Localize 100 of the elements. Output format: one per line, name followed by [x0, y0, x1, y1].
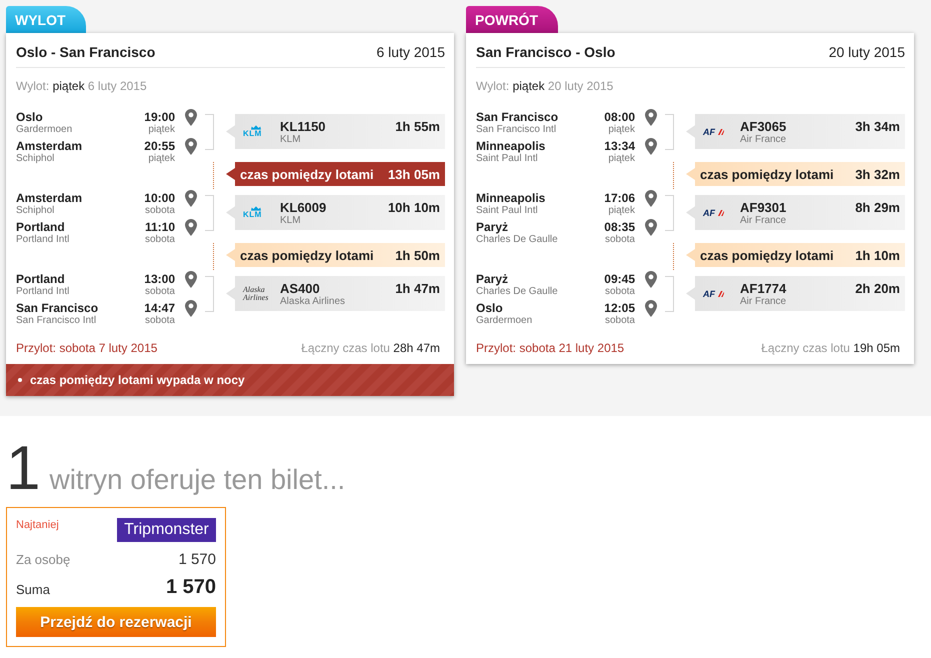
- layover-line: [673, 162, 674, 189]
- route-title: San Francisco - Oslo: [476, 44, 616, 60]
- airport-name: Portland Intl: [16, 286, 70, 298]
- layover-line: [213, 162, 214, 189]
- stop-time: 09:45: [604, 272, 635, 286]
- airline-logo-text: AF: [703, 208, 715, 218]
- leg-bracket: [205, 276, 214, 312]
- layover-duration: 1h 10m: [855, 248, 900, 262]
- map-pin-icon: [185, 219, 197, 236]
- airline-logo-text: KLM: [243, 130, 262, 138]
- city-name: Oslo: [476, 301, 503, 315]
- city-name: Minneapolis: [476, 191, 546, 205]
- map-pin-icon: [645, 271, 657, 288]
- city-name: Paryż: [476, 220, 508, 234]
- bullet-icon: [18, 378, 22, 382]
- flight-number: AS400: [280, 281, 320, 296]
- weekday-text: sobota: [144, 315, 175, 327]
- layover-label: czas pomiędzy lotami: [700, 166, 834, 182]
- airline-name: KLM: [280, 134, 301, 145]
- weekday-text: sobota: [604, 286, 635, 298]
- city-name: Amsterdam: [16, 191, 82, 205]
- flight-duration: 3h 34m: [855, 118, 900, 134]
- total-price: 1 570: [166, 576, 216, 598]
- airline-logo-text: Alaska Airlines: [243, 286, 270, 302]
- stop-time: 13:00: [144, 272, 175, 286]
- weekday-text: piątek: [608, 153, 635, 165]
- flight-duration: 8h 29m: [855, 199, 900, 215]
- city-name: San Francisco: [16, 301, 98, 315]
- city-name: Paryż: [476, 272, 508, 286]
- booking-button[interactable]: Przejdź do rezerwacji: [16, 607, 216, 637]
- cheapest-label: Najtaniej: [16, 519, 59, 531]
- airline-logo-text: AF: [703, 126, 715, 136]
- layover-label: czas pomiędzy lotami: [240, 248, 374, 262]
- stop-time: 17:06: [604, 191, 635, 205]
- city-name: Minneapolis: [476, 139, 546, 153]
- layover-line: [213, 243, 214, 270]
- layover-duration: 3h 32m: [855, 166, 900, 182]
- airline-name: Air France: [740, 215, 786, 226]
- stop-time: 12:05: [604, 301, 635, 315]
- layover-label: czas pomiędzy lotami: [240, 166, 374, 182]
- warning-text: czas pomiędzy lotami wypada w nocy: [30, 373, 245, 387]
- map-pin-icon: [645, 190, 657, 207]
- airport-name: Gardermoen: [16, 124, 72, 136]
- weekday-text: sobota: [604, 234, 635, 246]
- airline-logo-text: KLM: [243, 211, 262, 219]
- airport-name: Saint Paul Intl: [476, 205, 538, 217]
- stripes-icon: [715, 210, 724, 216]
- city-name: Portland: [16, 272, 65, 286]
- airport-name: Charles De Gaulle: [476, 234, 558, 246]
- map-pin-icon: [645, 109, 657, 126]
- layover-label: czas pomiędzy lotami: [700, 248, 834, 262]
- airport-name: Schiphol: [16, 153, 54, 165]
- weekday-text: sobota: [604, 315, 635, 327]
- stop-time: 08:00: [604, 110, 635, 124]
- airport-name: San Francisco Intl: [476, 124, 556, 136]
- airline-name: Alaska Airlines: [280, 296, 346, 307]
- stop-time: 11:10: [144, 220, 175, 234]
- city-name: Oslo: [16, 110, 43, 124]
- city-name: Amsterdam: [16, 139, 82, 153]
- airport-name: Portland Intl: [16, 234, 70, 246]
- weekday-text: sobota: [144, 234, 175, 246]
- stop-time: 08:35: [604, 220, 635, 234]
- airport-name: San Francisco Intl: [16, 315, 96, 327]
- flight-number: AF1774: [740, 281, 786, 296]
- direction-label: WYLOT: [6, 6, 86, 33]
- leg-bracket: [665, 276, 674, 312]
- map-pin-icon: [185, 271, 197, 288]
- airline-name: Air France: [740, 296, 786, 307]
- stripes-icon: [715, 128, 724, 134]
- flight-duration: 2h 20m: [855, 280, 900, 296]
- flight-number: AF9301: [740, 200, 786, 215]
- flight-number: KL1150: [280, 119, 326, 134]
- stop-time: 14:47: [144, 301, 175, 315]
- total-time-text: Łączny czas lotu 19h 05m: [761, 341, 900, 355]
- weekday-text: piątek: [608, 205, 635, 217]
- airport-name: Schiphol: [16, 205, 54, 217]
- total-time-text: Łączny czas lotu 28h 47m: [301, 341, 440, 355]
- route-title: Oslo - San Francisco: [16, 44, 156, 60]
- map-pin-icon: [185, 138, 197, 155]
- crown-icon: [250, 206, 262, 211]
- airport-name: Gardermoen: [476, 315, 532, 327]
- leg-bracket: [665, 114, 674, 150]
- leg-bracket: [205, 114, 214, 150]
- route-date: 20 luty 2015: [828, 44, 905, 60]
- flight-number: AF3065: [740, 119, 786, 134]
- price-label: Za osobę: [16, 552, 70, 566]
- weekday-text: sobota: [144, 286, 175, 298]
- stripes-icon: [715, 290, 724, 296]
- layover-duration: 1h 50m: [395, 248, 440, 262]
- airport-name: Charles De Gaulle: [476, 286, 558, 298]
- airline-name: Air France: [740, 134, 786, 145]
- flight-number: KL6009: [280, 200, 326, 215]
- city-name: Portland: [16, 220, 65, 234]
- flight-duration: 10h 10m: [388, 199, 440, 215]
- crown-icon: [250, 125, 262, 130]
- stop-time: 10:00: [144, 191, 175, 205]
- arrival-text: Przylot: sobota 21 luty 2015: [476, 341, 624, 355]
- stop-time: 19:00: [144, 110, 175, 124]
- weekday-text: piątek: [148, 153, 175, 165]
- weekday-text: piątek: [148, 124, 175, 136]
